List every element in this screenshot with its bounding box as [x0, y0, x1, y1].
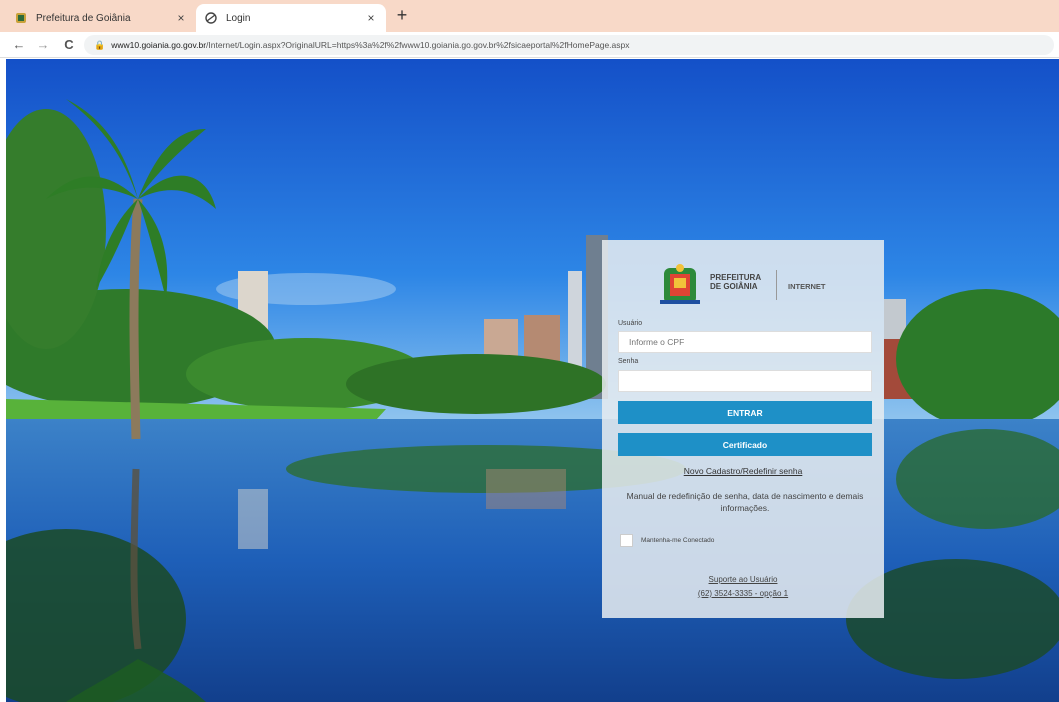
support-link[interactable]: Suporte ao Usuário	[602, 575, 884, 584]
prefeitura-logo: PREFEITURA DE GOIÂNIA INTERNET	[656, 262, 836, 312]
password-input[interactable]	[618, 370, 872, 392]
site-favicon-icon	[14, 11, 28, 25]
logo-divider	[776, 270, 777, 300]
remember-me-checkbox[interactable]	[620, 534, 633, 547]
browser-tab-strip: Prefeitura de Goiânia × Login × +	[0, 0, 1059, 32]
forward-arrow-icon[interactable]: →	[34, 36, 52, 54]
logo-wordmark: PREFEITURA DE GOIÂNIA	[710, 273, 761, 291]
tab-close-icon[interactable]: ×	[364, 11, 378, 25]
lock-icon: 🔒	[94, 39, 106, 50]
url-path: /Internet/Login.aspx?OriginalURL=https%3…	[206, 40, 630, 50]
tab-close-icon[interactable]: ×	[174, 11, 188, 25]
tab-login[interactable]: Login ×	[196, 4, 386, 32]
register-reset-link[interactable]: Novo Cadastro/Redefinir senha	[602, 466, 884, 476]
support-phone-link[interactable]: (62) 3524-3335 - opção 1	[602, 589, 884, 598]
url-domain: www10.goiania.go.gov.br	[111, 40, 207, 50]
city-crest-icon	[660, 264, 700, 304]
url-field[interactable]: 🔒 www10.goiania.go.gov.br/Internet/Login…	[84, 35, 1054, 55]
remember-me-label: Mantenha-me Conectado	[641, 537, 715, 544]
tab-prefeitura[interactable]: Prefeitura de Goiânia ×	[6, 4, 196, 32]
background-photo	[6, 59, 1059, 702]
tab-title: Prefeitura de Goiânia	[36, 12, 131, 24]
reload-icon[interactable]: C	[60, 36, 78, 54]
globe-icon	[204, 11, 218, 25]
login-button[interactable]: ENTRAR	[618, 401, 872, 424]
new-tab-button[interactable]: +	[392, 6, 412, 26]
user-label: Usuário	[618, 320, 643, 327]
back-arrow-icon[interactable]: ←	[10, 36, 28, 54]
remember-me-row[interactable]: Mantenha-me Conectado	[620, 534, 714, 547]
login-panel: PREFEITURA DE GOIÂNIA INTERNET Usuário S…	[602, 240, 884, 618]
password-label: Senha	[618, 358, 639, 365]
logo-line-2: DE GOIÂNIA	[710, 282, 758, 291]
certificate-button[interactable]: Certificado	[618, 433, 872, 456]
address-bar-row: ← → C 🔒 www10.goiania.go.gov.br/Internet…	[0, 32, 1059, 58]
logo-tag: INTERNET	[788, 282, 826, 291]
logo-line-1: PREFEITURA	[710, 273, 762, 282]
cpf-input[interactable]	[618, 331, 872, 353]
tab-title: Login	[226, 12, 251, 24]
manual-text[interactable]: Manual de redefinição de senha, data de …	[620, 490, 870, 514]
